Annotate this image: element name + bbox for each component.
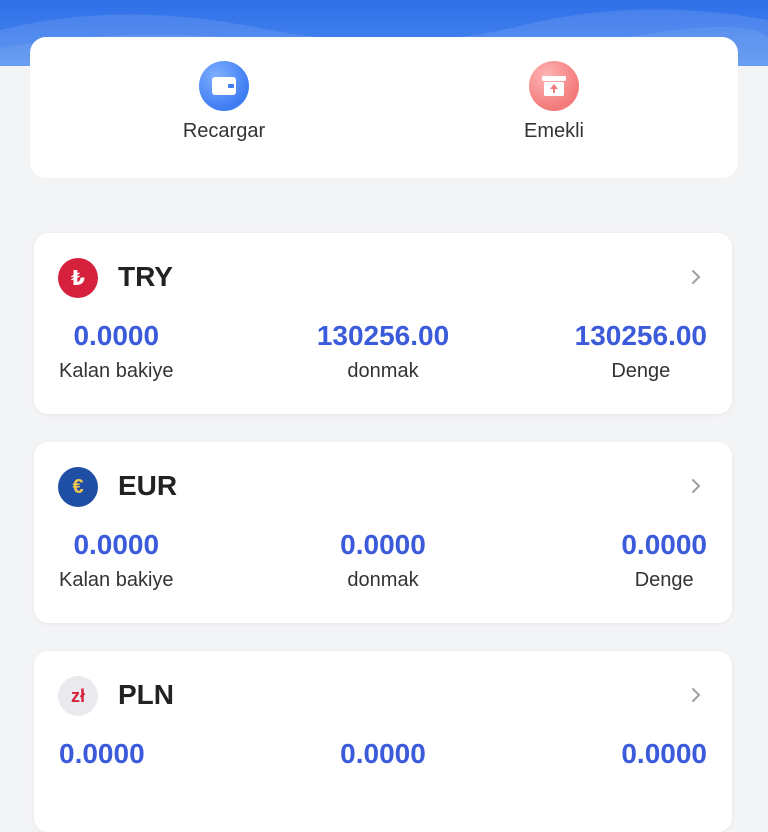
frozen-value: 0.0000 [340,738,426,769]
currency-code: PLN [118,679,174,710]
balance-value: 130256.00 [574,320,707,351]
frozen-label: donmak [347,360,419,382]
chevron-right-icon[interactable] [688,685,704,705]
withdraw-label: Emekli [523,120,584,142]
currency-code: TRY [118,261,173,292]
quick-actions-card: Recargar Emekli [30,37,738,178]
zloty-icon: zł [58,676,98,716]
recharge-label: Recargar [182,120,266,142]
wallet-card-try[interactable]: ₺ TRY 0.0000 Kalan bakiye 130256.00 donm… [34,233,732,414]
chevron-right-icon[interactable] [688,476,704,496]
total-balance: 0.0000 Denge [621,528,707,592]
euro-icon: € [58,467,98,507]
currency-code: EUR [118,470,178,501]
total-balance: 0.0000 [621,737,707,771]
frozen-label: donmak [347,569,419,591]
total-balance: 130256.00 Denge [575,319,707,383]
wallet-card-eur[interactable]: € EUR 0.0000 Kalan bakiye 0.0000 donmak … [34,442,732,623]
frozen-value: 0.0000 [340,529,426,560]
balance-label: Denge [611,360,671,382]
balance-value: 0.0000 [621,738,707,769]
wallet-card-pln[interactable]: zł PLN 0.0000 0.0000 0.0000 [34,651,732,832]
balance-value: 0.0000 [621,529,707,560]
lira-icon: ₺ [58,258,98,298]
withdraw-box-icon [529,61,579,111]
wallet-icon [199,61,249,111]
withdraw-button[interactable]: Emekli [454,37,654,178]
chevron-right-icon[interactable] [688,267,704,287]
recharge-button[interactable]: Recargar [124,37,324,178]
balance-label: Denge [634,569,694,591]
frozen-value: 130256.00 [316,320,450,351]
